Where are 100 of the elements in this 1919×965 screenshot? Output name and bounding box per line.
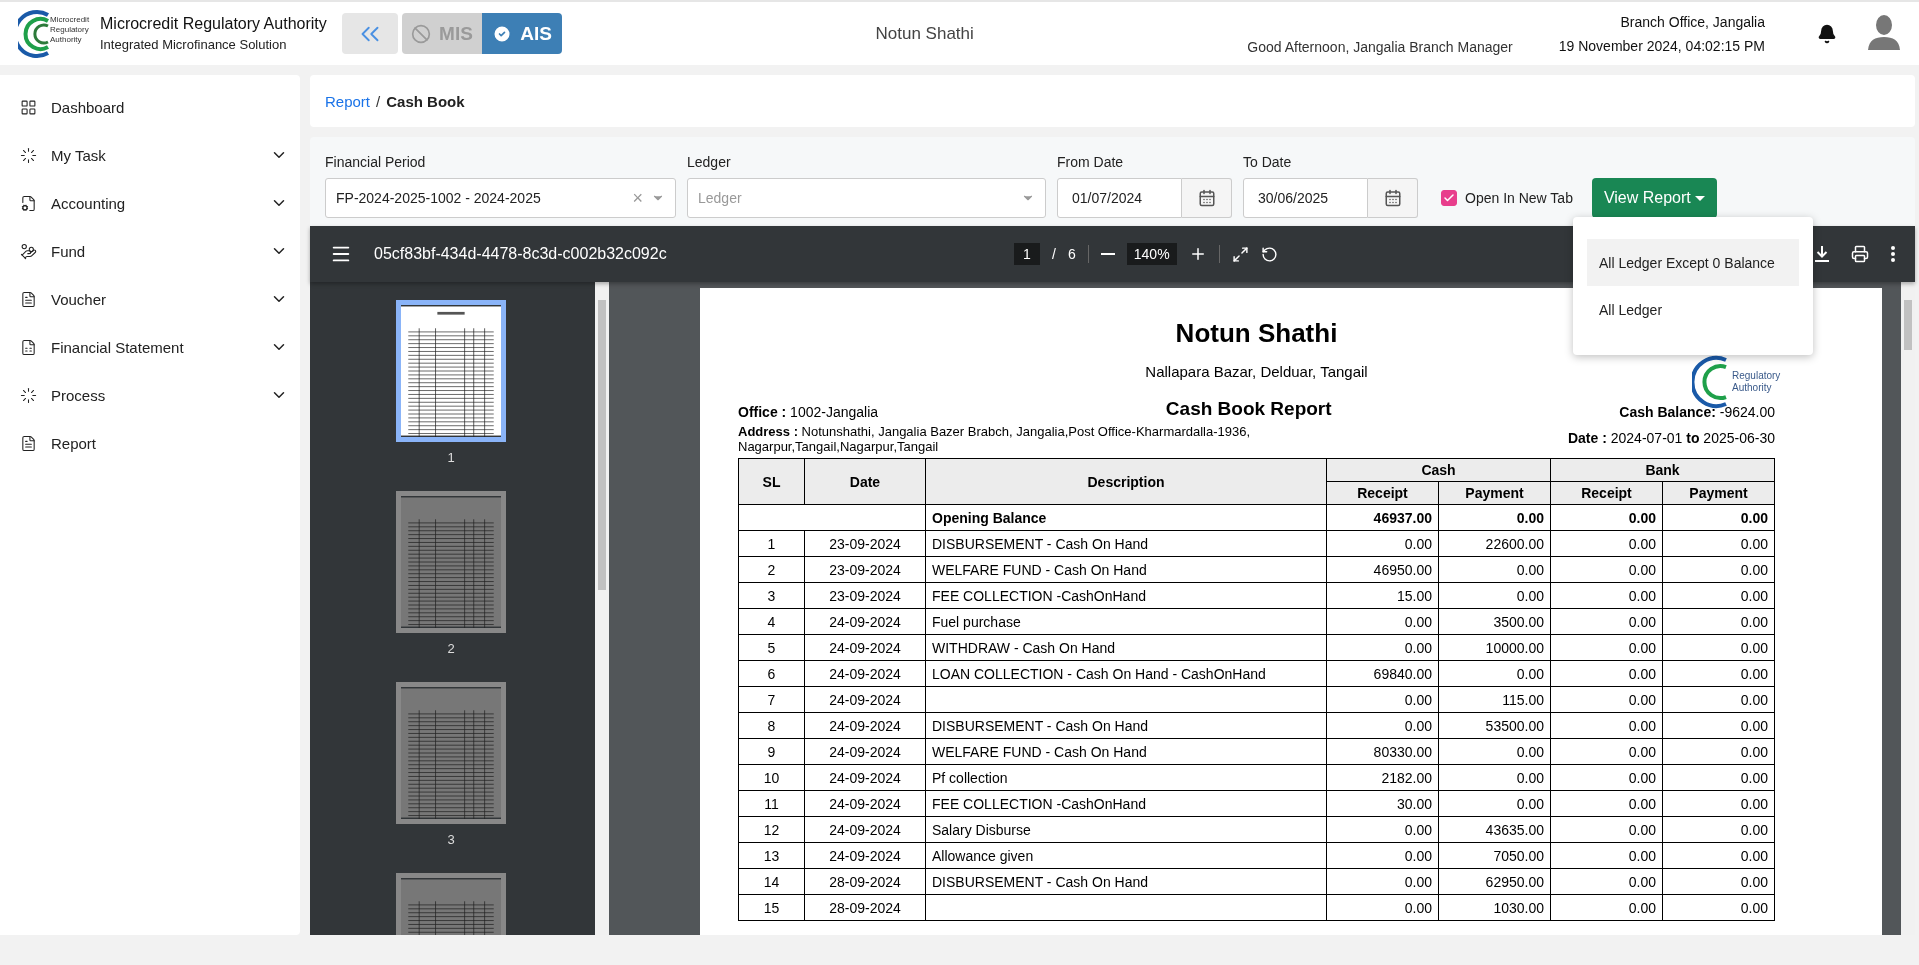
breadcrumb-separator: /: [376, 92, 381, 110]
financial-period-select[interactable]: FP-2024-2025-1002 - 2024-2025 ×: [325, 178, 676, 218]
table-cell: 0.00: [1326, 686, 1439, 713]
table-cell: Opening Balance: [925, 504, 1327, 531]
sidebar-item[interactable]: My Task: [0, 131, 300, 179]
table-cell: FEE COLLECTION -CashOnHand: [925, 790, 1327, 817]
view-report-button[interactable]: View Report: [1591, 178, 1717, 218]
menu-item[interactable]: All Ledger Except 0 Balance: [1587, 239, 1799, 286]
logo-text: Microcredit: [50, 14, 90, 25]
checkbox-label: Open In New Tab: [1465, 190, 1573, 206]
table-cell: 0.00: [1550, 842, 1663, 869]
page-thumbnail[interactable]: [396, 491, 506, 633]
fit-page-button[interactable]: [1231, 245, 1249, 263]
table-cell: 0.00: [1550, 764, 1663, 791]
table-cell: 0.00: [1550, 894, 1663, 921]
file-name: 05cf83bf-434d-4478-8c3d-c002b32c092c: [374, 245, 668, 263]
table-cell: 0.00: [1438, 660, 1551, 687]
table-cell: 0.00: [1326, 634, 1439, 661]
document-icon: [20, 194, 37, 212]
logo-text: Regulatory: [1732, 370, 1781, 382]
page-number-field[interactable]: 1: [1014, 243, 1040, 265]
to-date-field[interactable]: 30/06/2025: [1243, 178, 1368, 218]
table-cell: 0.00: [1550, 816, 1663, 843]
table-cell: 24-09-2024: [804, 608, 926, 635]
collapse-sidebar-button[interactable]: [342, 13, 398, 54]
table-cell: 0.00: [1662, 556, 1775, 583]
table-cell: 0.00: [1438, 504, 1551, 531]
hand-coins-icon: [20, 242, 37, 260]
open-new-tab-checkbox[interactable]: [1441, 190, 1457, 206]
calendar-button[interactable]: [1182, 178, 1232, 218]
table-cell: 46950.00: [1326, 556, 1439, 583]
table-cell: 46937.00: [1326, 504, 1439, 531]
field-label: Financial Period: [325, 154, 427, 170]
download-button[interactable]: [1815, 246, 1829, 262]
table-cell: 6: [738, 660, 805, 687]
document-icon: [20, 434, 37, 452]
breadcrumb-link[interactable]: Report: [325, 92, 371, 110]
sidebar-item[interactable]: Voucher: [0, 275, 300, 323]
table-cell: 15.00: [1326, 582, 1439, 609]
table-cell: 0.00: [1550, 738, 1663, 765]
table-cell: 0.00: [1550, 556, 1663, 583]
table-cell: 0.00: [1662, 634, 1775, 661]
table-cell: 24-09-2024: [804, 842, 926, 869]
table-cell: 14: [738, 868, 805, 895]
sidebar-item[interactable]: Report: [0, 419, 300, 467]
table-cell: 0.00: [1662, 868, 1775, 895]
table-cell: 80330.00: [1326, 738, 1439, 765]
sidebar-item[interactable]: Accounting: [0, 179, 300, 227]
date-time: 19 November 2024, 04:02:15 PM: [1558, 37, 1765, 54]
rotate-button[interactable]: [1260, 245, 1278, 263]
table-cell: 28-09-2024: [804, 894, 926, 921]
notification-bell-icon[interactable]: [1817, 23, 1837, 44]
table-cell: 0.00: [1550, 686, 1663, 713]
sidebar-item[interactable]: Dashboard: [0, 83, 300, 131]
sidebar-item[interactable]: Financial Statement: [0, 323, 300, 371]
print-button[interactable]: [1851, 245, 1869, 263]
module-toggle[interactable]: AIS: [482, 13, 562, 54]
menu-item[interactable]: All Ledger: [1587, 286, 1799, 333]
user-avatar-icon[interactable]: [1867, 13, 1901, 50]
table-cell: 0.00: [1326, 712, 1439, 739]
table-cell: 0.00: [1550, 582, 1663, 609]
table-cell: 0.00: [1326, 530, 1439, 557]
table-cell: 0.00: [1662, 660, 1775, 687]
document-icon: [20, 290, 37, 308]
download-icon: [1815, 246, 1829, 262]
scrollbar[interactable]: [595, 282, 609, 935]
grid-icon: [20, 98, 37, 116]
printer-icon: [1851, 245, 1869, 263]
table-cell: 11: [738, 790, 805, 817]
table-cell: 24-09-2024: [804, 738, 926, 765]
table-cell: 0.00: [1550, 634, 1663, 661]
thumbnail-label: 1: [447, 450, 455, 465]
more-options-button[interactable]: [1891, 246, 1895, 262]
column-header: SL: [738, 458, 805, 505]
table-cell: 0.00: [1662, 686, 1775, 713]
table-cell: 0.00: [1662, 712, 1775, 739]
calendar-button[interactable]: [1368, 178, 1418, 218]
zoom-field[interactable]: 140%: [1126, 243, 1177, 265]
from-date-field[interactable]: 01/07/2024: [1057, 178, 1182, 218]
dashed-circle-icon: [20, 386, 37, 404]
table-cell: 0.00: [1662, 608, 1775, 635]
sidebar-item[interactable]: Process: [0, 371, 300, 419]
table-cell: 0.00: [1662, 738, 1775, 765]
check-icon: [1443, 192, 1455, 204]
ban-icon: [411, 23, 432, 44]
page-count: 6: [1067, 246, 1076, 262]
table-cell: WELFARE FUND - Cash On Hand: [925, 738, 1327, 765]
page-thumbnail[interactable]: [396, 300, 506, 442]
table-cell: 0.00: [1326, 608, 1439, 635]
sidebar-item[interactable]: Fund: [0, 227, 300, 275]
table-cell: 0.00: [1662, 764, 1775, 791]
table-cell: FEE COLLECTION -CashOnHand: [925, 582, 1327, 609]
table-cell: Allowance given: [925, 842, 1327, 869]
page-thumbnail[interactable]: [396, 682, 506, 824]
expand-icon: [1231, 245, 1249, 263]
table-cell: 10000.00: [1438, 634, 1551, 661]
table-cell: 24-09-2024: [804, 712, 926, 739]
table-cell: LOAN COLLECTION - Cash On Hand - CashOnHand: [925, 660, 1327, 687]
table-cell: 0.00: [1438, 582, 1551, 609]
logo-text: Authority: [50, 34, 83, 45]
